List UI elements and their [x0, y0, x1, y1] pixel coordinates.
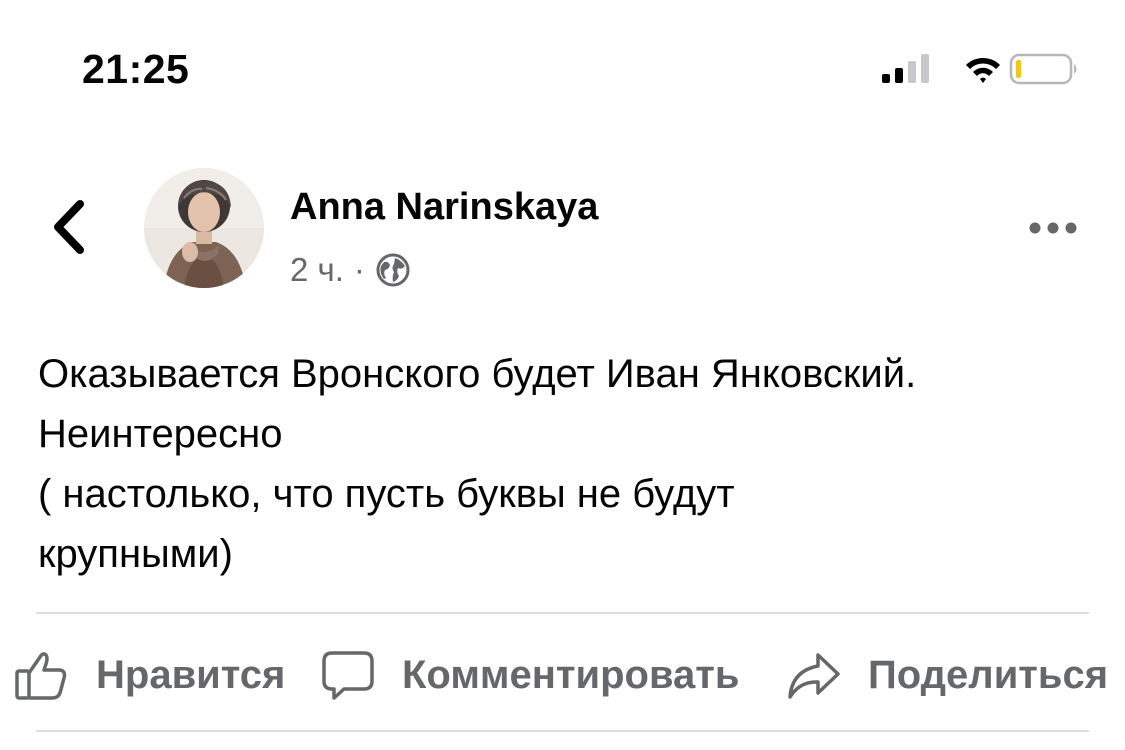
avatar[interactable] — [144, 168, 264, 288]
post-text-line: ( настолько, что пусть буквы не будут — [38, 472, 735, 516]
status-icons — [880, 50, 1090, 90]
post-meta: 2 ч. · — [290, 250, 411, 290]
author-name[interactable]: Anna Narinskaya — [290, 186, 598, 229]
share-button[interactable]: Поделиться — [786, 645, 1108, 705]
post-text-line: крупными) — [38, 532, 233, 576]
more-options-button[interactable] — [1026, 216, 1080, 240]
divider-bottom — [36, 730, 1089, 732]
post-text: Оказывается Вронского будет Иван Янковск… — [38, 344, 1098, 584]
back-button[interactable] — [44, 196, 94, 258]
wifi-icon — [966, 57, 1000, 83]
share-icon — [788, 653, 840, 699]
comment-button[interactable]: Комментировать — [320, 645, 739, 705]
globe-icon — [375, 252, 411, 288]
battery-low-icon — [1009, 53, 1077, 85]
thumbs-up-icon — [15, 652, 67, 700]
status-time: 21:25 — [82, 46, 190, 92]
ellipsis-icon — [1029, 222, 1077, 234]
comment-label: Комментировать — [402, 652, 740, 697]
divider-top — [36, 612, 1089, 614]
share-label: Поделиться — [868, 652, 1109, 697]
chevron-left-icon — [54, 200, 84, 254]
post-timestamp[interactable]: 2 ч. — [290, 251, 344, 289]
comment-icon — [322, 651, 374, 700]
like-label: Нравится — [96, 652, 286, 697]
facebook-post-screen: 21:25 Anna Narinskaya 2 ч. · Оказывается… — [0, 0, 1125, 750]
like-button[interactable]: Нравится — [14, 645, 285, 705]
post-text-line: Неинтересно — [38, 412, 283, 456]
meta-separator: · — [353, 251, 365, 288]
cellular-signal-icon — [882, 54, 929, 83]
post-text-line: Оказывается Вронского будет Иван Янковск… — [38, 352, 917, 396]
